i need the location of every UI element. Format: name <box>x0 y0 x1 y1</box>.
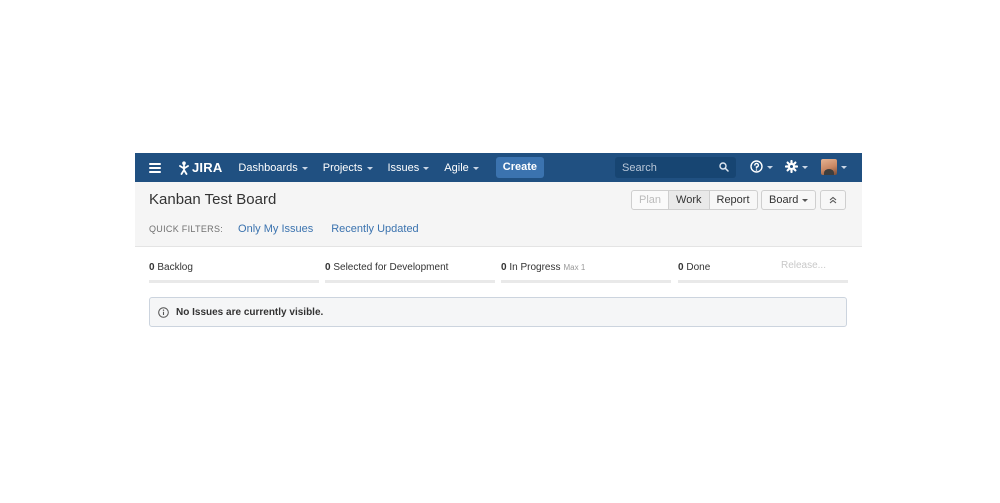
column-selected-for-development: 0 Selected for Development <box>325 247 495 283</box>
info-icon <box>158 306 169 318</box>
jira-app: JIRA Dashboards Projects Issues Agile Cr… <box>135 153 862 329</box>
nav-dashboards[interactable]: Dashboards <box>238 161 308 174</box>
message-text: No Issues are currently visible. <box>176 306 324 318</box>
column-name: Done <box>686 262 711 273</box>
column-divider <box>501 280 671 283</box>
search-icon[interactable] <box>719 162 729 172</box>
collapse-header-button[interactable] <box>820 190 846 210</box>
double-chevron-up-icon <box>829 196 837 204</box>
avatar <box>821 159 837 175</box>
column-backlog: 0 Backlog <box>149 247 319 283</box>
create-button[interactable]: Create <box>495 157 545 178</box>
nav-agile-label: Agile <box>444 161 469 174</box>
chevron-down-icon <box>423 166 430 170</box>
nav-issues-label: Issues <box>387 161 420 174</box>
nav-dashboards-label: Dashboards <box>238 161 298 174</box>
chevron-down-icon <box>802 165 808 169</box>
column-in-progress: 0 In Progress Max 1 <box>501 247 671 283</box>
chevron-down-icon <box>802 199 809 202</box>
chevron-down-icon <box>301 166 308 170</box>
no-issues-message: No Issues are currently visible. <box>149 297 847 327</box>
release-link[interactable]: Release... <box>781 260 826 271</box>
column-header: 0 Backlog <box>149 262 319 273</box>
jira-logo[interactable]: JIRA <box>177 160 222 175</box>
column-header: 0 Selected for Development <box>325 262 495 273</box>
chevron-down-icon <box>366 166 373 170</box>
main-nav: Dashboards Projects Issues Agile Create <box>238 157 545 178</box>
page-title: Kanban Test Board <box>149 191 277 208</box>
column-name: In Progress <box>509 262 561 273</box>
column-name: Selected for Development <box>333 262 449 273</box>
quick-filters-label: QUICK FILTERS: <box>149 224 224 234</box>
report-mode-button[interactable]: Report <box>708 190 758 210</box>
work-mode-button[interactable]: Work <box>668 190 710 210</box>
column-count: 0 <box>501 262 507 273</box>
column-max-limit: Max 1 <box>563 263 586 272</box>
column-count: 0 <box>325 262 331 273</box>
board-menu-button[interactable]: Board <box>761 190 817 210</box>
column-divider <box>678 280 848 283</box>
help-icon <box>750 160 763 173</box>
column-divider <box>325 280 495 283</box>
board-header: Kanban Test Board Plan Work Report Board… <box>135 182 862 247</box>
chevron-down-icon <box>767 165 773 169</box>
logo-text: JIRA <box>192 160 223 175</box>
plan-mode-button[interactable]: Plan <box>631 190 670 210</box>
board-mode-toggle: Plan Work Report <box>631 190 758 210</box>
top-navigation-bar: JIRA Dashboards Projects Issues Agile Cr… <box>135 153 862 182</box>
help-menu[interactable] <box>750 160 773 173</box>
column-divider <box>149 280 319 283</box>
admin-menu[interactable] <box>785 160 808 173</box>
column-name: Backlog <box>157 262 193 273</box>
gear-icon <box>785 160 798 173</box>
board-columns: 0 Backlog 0 Selected for Development 0 I… <box>135 247 862 285</box>
column-done: 0 Done Release... <box>678 247 848 283</box>
chevron-down-icon <box>841 166 847 169</box>
nav-projects-label: Projects <box>322 161 363 174</box>
search-box <box>615 157 736 178</box>
quick-filter-recently-updated[interactable]: Recently Updated <box>331 223 418 235</box>
column-count: 0 <box>678 262 684 273</box>
column-count: 0 <box>149 262 155 273</box>
quick-filter-only-my-issues[interactable]: Only My Issues <box>238 223 313 235</box>
nav-projects[interactable]: Projects <box>323 162 373 174</box>
user-profile-menu[interactable] <box>821 159 847 175</box>
column-header: 0 In Progress Max 1 <box>501 262 671 273</box>
jira-logo-icon <box>179 160 189 175</box>
quick-filters: QUICK FILTERS: Only My Issues Recently U… <box>149 223 437 235</box>
board-menu-label: Board <box>769 194 799 206</box>
nav-issues[interactable]: Issues <box>388 162 430 174</box>
app-switcher-menu-icon[interactable] <box>149 162 161 173</box>
chevron-down-icon <box>472 166 479 170</box>
nav-agile[interactable]: Agile <box>444 161 479 174</box>
search-input[interactable] <box>615 161 718 174</box>
